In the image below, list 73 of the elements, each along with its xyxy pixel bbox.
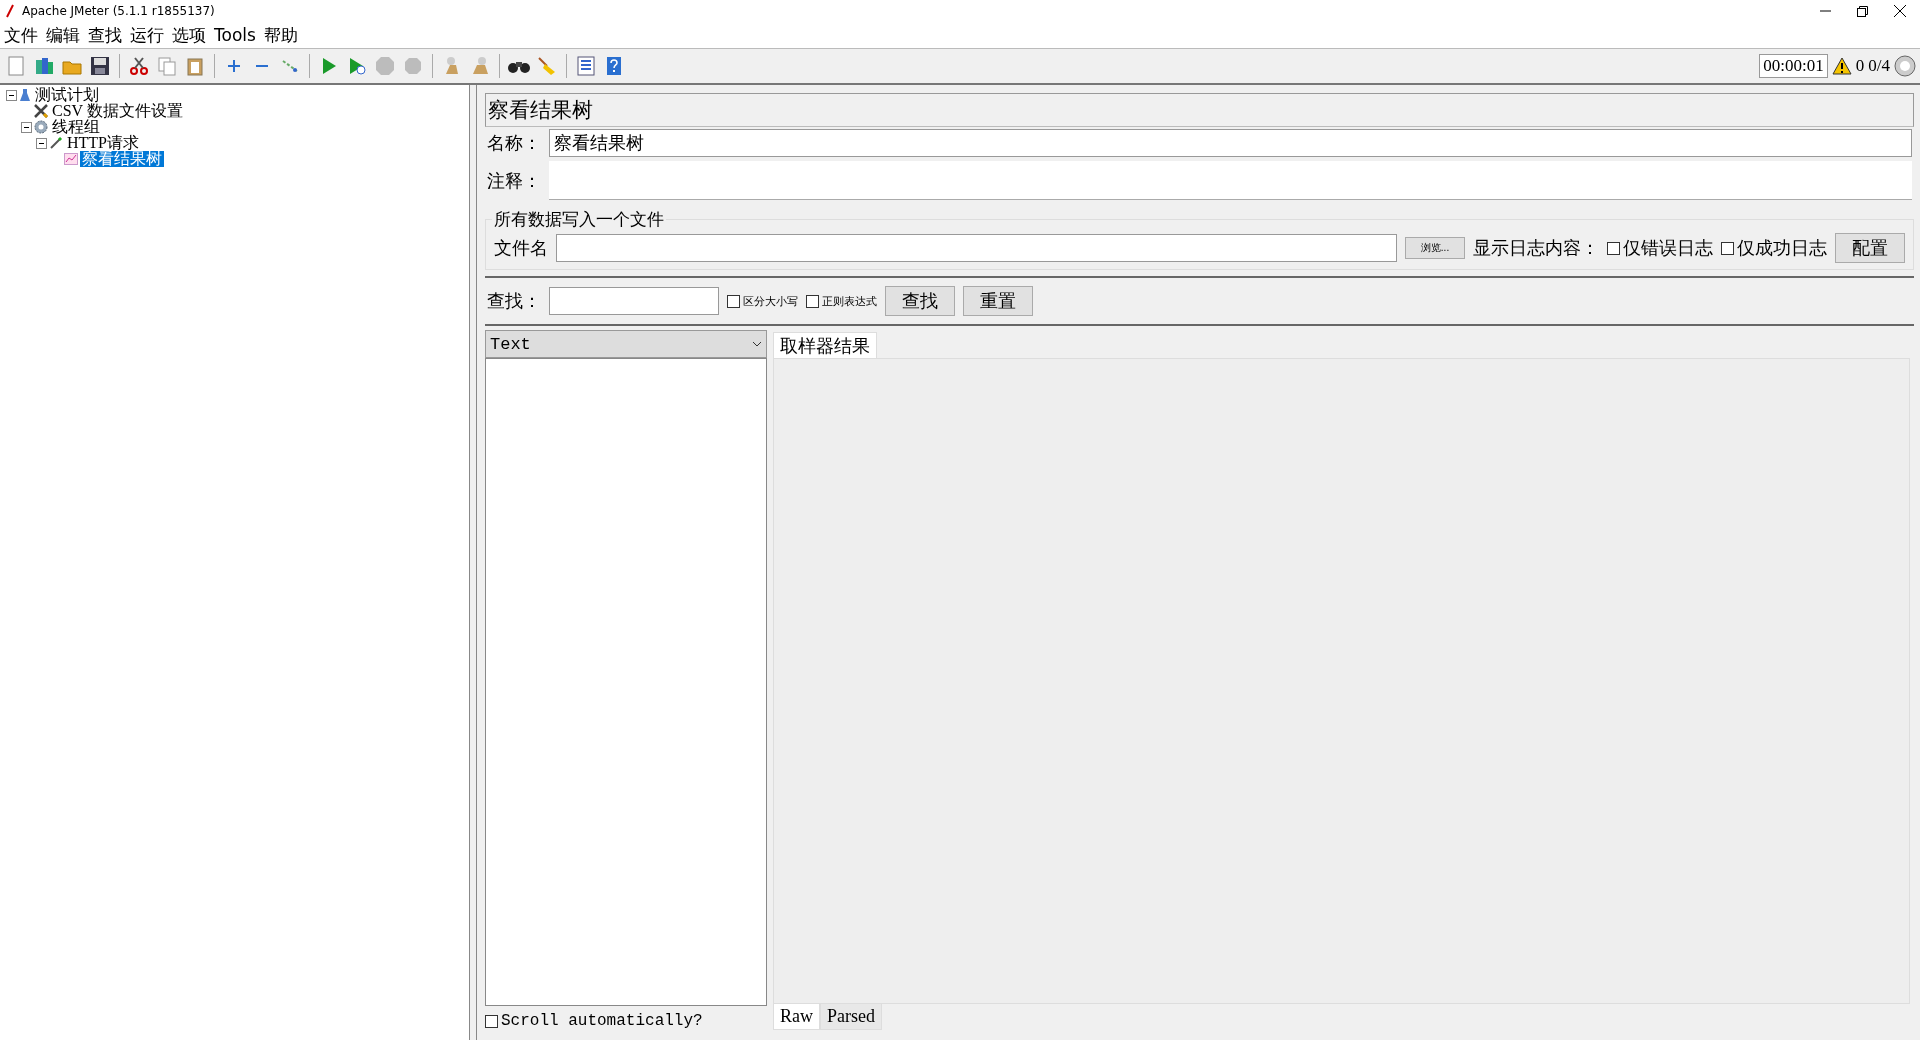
checkbox-label: 仅成功日志 xyxy=(1737,237,1827,260)
tree-item[interactable]: 测试计划 xyxy=(33,87,101,103)
menu-item[interactable]: 选项 xyxy=(172,23,206,47)
play-icon xyxy=(348,57,366,75)
checkbox[interactable] xyxy=(806,294,819,308)
gear-icon xyxy=(34,120,48,134)
find-button[interactable]: 查找 xyxy=(885,286,955,316)
flask-icon xyxy=(19,88,31,102)
tree-item[interactable]: 线程组 xyxy=(50,119,102,135)
tree-item[interactable]: CSV 数据文件设置 xyxy=(50,103,185,119)
checkbox-label: 仅错误日志 xyxy=(1623,237,1713,260)
field-label: 文件名 xyxy=(494,237,548,260)
browse-button[interactable]: 浏览... xyxy=(1405,237,1465,259)
field-label: 查找： xyxy=(487,290,541,313)
checkbox-label: Scroll automatically? xyxy=(501,1012,703,1030)
help-book-icon xyxy=(606,56,622,76)
stop-icon xyxy=(404,57,422,75)
copy-icon xyxy=(157,56,177,76)
reset-button[interactable]: 重置 xyxy=(963,286,1033,316)
new-file-icon xyxy=(7,56,25,76)
chart-icon xyxy=(64,153,78,165)
field-label: 名称： xyxy=(487,132,541,155)
configure-button[interactable]: 配置 xyxy=(1835,233,1905,263)
elapsed-time: 00:00:01 xyxy=(1759,54,1828,78)
menu-item[interactable]: 文件 xyxy=(4,23,38,47)
collapse-icon[interactable] xyxy=(36,137,47,149)
tree-item[interactable]: HTTP请求 xyxy=(65,135,141,151)
chevron-down-icon xyxy=(752,341,762,347)
checkbox[interactable] xyxy=(1721,241,1734,255)
tab[interactable]: Parsed xyxy=(820,1004,882,1030)
tree-item[interactable]: 察看结果树 xyxy=(80,151,164,167)
checkbox[interactable] xyxy=(485,1014,498,1028)
name-field[interactable]: 察看结果树 xyxy=(549,129,1912,157)
list-icon xyxy=(577,56,595,76)
scissors-icon xyxy=(129,56,149,76)
menu-item[interactable]: 查找 xyxy=(88,23,122,47)
collapse-icon[interactable] xyxy=(21,121,32,133)
restore-icon[interactable] xyxy=(1857,5,1868,17)
group-title: 所有数据写入一个文件 xyxy=(493,209,665,231)
checkbox-label: 正则表达式 xyxy=(822,293,877,309)
plus-icon xyxy=(227,59,241,73)
menu-item[interactable]: 运行 xyxy=(130,23,164,47)
pipette-icon xyxy=(49,136,63,150)
error-count: 0 xyxy=(1855,56,1865,76)
warning-icon[interactable] xyxy=(1831,57,1852,75)
menu-item[interactable]: Tools xyxy=(214,25,256,45)
stop-icon xyxy=(375,56,395,76)
clipboard-icon xyxy=(186,56,204,76)
tab[interactable]: Raw xyxy=(773,1004,820,1030)
minus-icon xyxy=(255,64,269,68)
checkbox[interactable] xyxy=(727,294,740,308)
menu-item[interactable]: 帮助 xyxy=(263,23,298,47)
play-icon xyxy=(321,57,337,75)
comment-field[interactable] xyxy=(549,161,1912,200)
checkbox-label: 区分大小写 xyxy=(743,293,798,309)
search-field[interactable] xyxy=(549,287,719,315)
toggle-icon xyxy=(280,57,300,75)
renderer-dropdown[interactable]: Text xyxy=(485,330,767,358)
close-icon[interactable] xyxy=(1894,5,1906,17)
collapse-icon[interactable] xyxy=(6,89,17,101)
menu-item[interactable]: 编辑 xyxy=(46,23,80,47)
save-icon xyxy=(90,56,110,76)
field-label: 注释： xyxy=(487,169,541,193)
window-title: Apache JMeter (5.1.1 r1855137) xyxy=(22,4,216,18)
checkbox[interactable] xyxy=(1607,241,1620,255)
feather-icon xyxy=(6,4,14,18)
filename-field[interactable] xyxy=(556,234,1397,262)
tab[interactable]: 取样器结果 xyxy=(773,332,877,358)
thread-count: 0/4 xyxy=(1868,56,1890,76)
tools-icon xyxy=(34,104,48,118)
field-label: 显示日志内容： xyxy=(1473,237,1599,260)
books-icon xyxy=(34,56,54,76)
panel-title: 察看结果树 xyxy=(485,93,1914,127)
